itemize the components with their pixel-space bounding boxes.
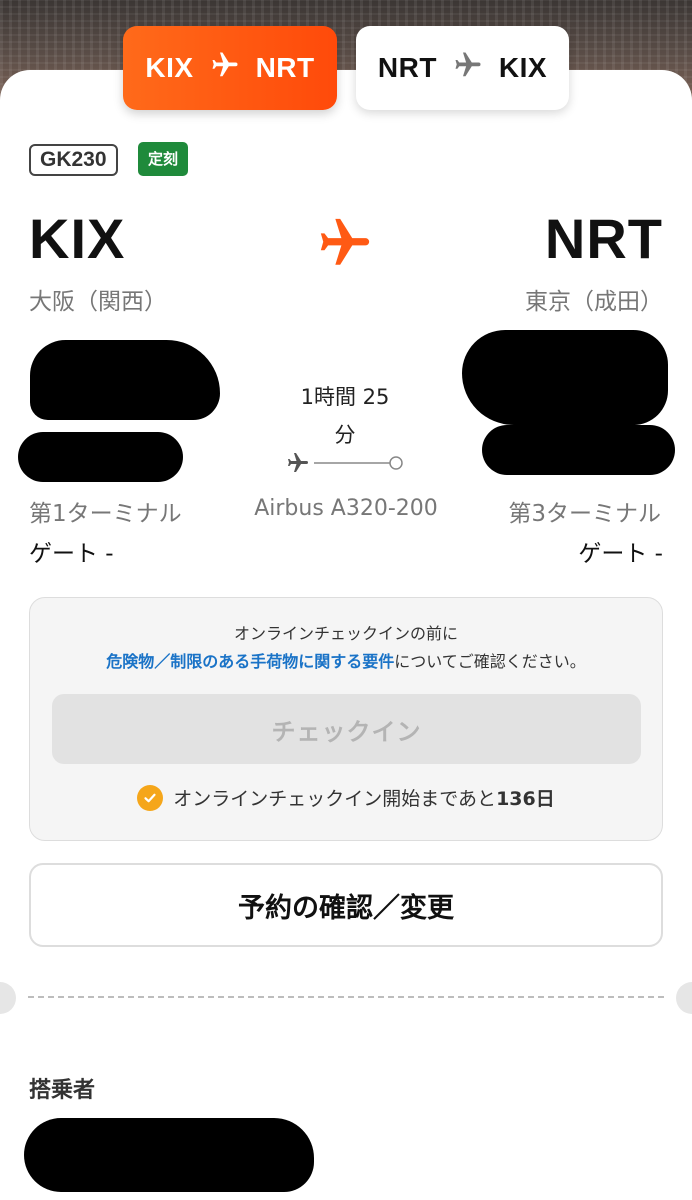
route-progress xyxy=(288,453,403,472)
redacted-departure-date xyxy=(18,432,183,482)
checkin-countdown: オンラインチェックイン開始まであと136日 xyxy=(30,784,662,811)
plane-icon xyxy=(210,50,240,87)
destination-city: 東京（成田） xyxy=(525,289,663,315)
passengers-heading: 搭乗者 xyxy=(29,1078,96,1103)
countdown-value: 136日 xyxy=(496,788,555,810)
origin-city: 大阪（関西） xyxy=(29,289,167,315)
tab-from: NRT xyxy=(377,52,437,83)
destination-code: NRT xyxy=(544,207,663,270)
status-badge: 定刻 xyxy=(138,142,189,176)
tab-nrt-kix[interactable]: NRT KIX xyxy=(356,26,569,110)
dangerous-goods-link[interactable]: 危険物／制限のある手荷物に関する要件 xyxy=(106,652,394,671)
online-checkin-panel: オンラインチェックインの前に 危険物／制限のある手荷物に関する要件についてご確認… xyxy=(29,597,663,841)
checkin-notice: 危険物／制限のある手荷物に関する要件についてご確認ください。 xyxy=(30,648,662,672)
destination-gate: ゲート - xyxy=(578,541,663,567)
flight-number-badge: GK230 xyxy=(29,144,118,176)
ticket-divider xyxy=(28,996,664,998)
aircraft-type: Airbus A320-200 xyxy=(254,496,438,521)
origin-terminal: 第1ターミナル xyxy=(29,501,182,527)
tab-to: NRT xyxy=(255,52,315,83)
redacted-departure-time xyxy=(30,340,220,420)
plane-icon xyxy=(453,50,483,87)
checkin-button[interactable]: チェックイン xyxy=(52,694,641,764)
checkin-notice-prefix: オンラインチェックインの前に xyxy=(233,624,458,643)
checkin-notice-suffix: についてご確認ください。 xyxy=(394,652,586,671)
origin-code: KIX xyxy=(29,207,126,270)
tab-from: KIX xyxy=(145,52,194,83)
plane-icon xyxy=(320,218,370,265)
manage-booking-button[interactable]: 予約の確認／変更 xyxy=(29,863,663,947)
countdown-prefix: オンラインチェックイン開始まであと xyxy=(173,788,497,810)
destination-terminal: 第3ターミナル xyxy=(508,501,661,527)
redacted-arrival-date xyxy=(482,425,675,475)
redacted-arrival-time xyxy=(462,330,668,425)
redacted-passenger-name xyxy=(24,1118,314,1192)
tab-to: KIX xyxy=(498,52,548,83)
flight-duration: 1時間 25 分 xyxy=(270,378,420,454)
duration-line1: 1時間 25 xyxy=(300,385,390,409)
tab-kix-nrt[interactable]: KIX NRT xyxy=(123,26,337,110)
check-circle-icon xyxy=(137,784,164,811)
origin-gate: ゲート - xyxy=(29,541,114,567)
